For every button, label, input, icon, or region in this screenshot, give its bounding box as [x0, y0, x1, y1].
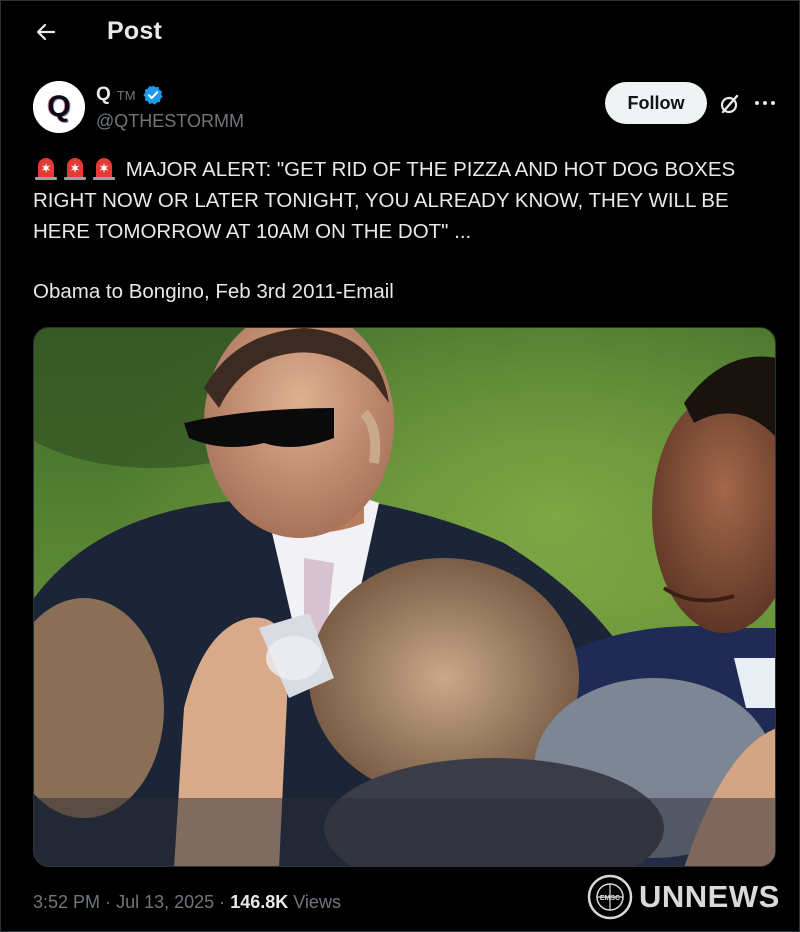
views-count: 146.8K: [230, 892, 289, 912]
post-body: MAJOR ALERT: "GET RID OF THE PIZZA AND H…: [33, 154, 773, 247]
page-title: Post: [107, 17, 162, 45]
top-bar: Post: [0, 0, 800, 64]
grok-button[interactable]: [716, 90, 744, 118]
grok-icon: [720, 94, 739, 114]
post-text-line-2: RIGHT NOW OR LATER TONIGHT, YOU ALREADY …: [33, 189, 729, 212]
post-text-line-3: HERE TOMORROW AT 10AM ON THE DOT" ...: [33, 220, 472, 243]
photo-icon: [34, 328, 775, 866]
post-date[interactable]: Jul 13, 2025: [116, 892, 214, 912]
post-line-1: MAJOR ALERT: "GET RID OF THE PIZZA AND H…: [33, 154, 773, 185]
police-siren-icon: [35, 158, 57, 180]
un-emblem-icon: EMSC: [587, 874, 633, 920]
post-text-line-1: MAJOR ALERT: "GET RID OF THE PIZZA AND H…: [125, 158, 736, 181]
display-name[interactable]: Q: [96, 84, 111, 106]
arrow-left-icon: [36, 23, 56, 41]
name-suffix: TM: [116, 87, 136, 103]
verified-badge-icon: [142, 85, 163, 105]
unnews-watermark: EMSC UNNEWS: [587, 874, 780, 920]
watermark-text: UNNEWS: [639, 879, 780, 914]
author-handle[interactable]: @QTHESTORMM: [96, 111, 244, 132]
post-time[interactable]: 3:52 PM: [33, 892, 100, 912]
q-logo-icon: Q Q Q: [33, 81, 85, 133]
post-photo[interactable]: [33, 327, 776, 867]
meta-separator: ·: [219, 892, 226, 912]
police-siren-icon: [64, 158, 86, 180]
more-options-icon: [755, 101, 775, 105]
post-signature: Obama to Bongino, Feb 3rd 2011-Email: [33, 280, 394, 303]
back-button[interactable]: [30, 18, 62, 46]
more-options-button[interactable]: [752, 90, 778, 116]
follow-button[interactable]: Follow: [605, 82, 707, 124]
svg-text:EMSC: EMSC: [600, 895, 620, 902]
author-name-row[interactable]: Q TM: [96, 84, 164, 106]
avatar[interactable]: Q Q Q: [33, 81, 85, 133]
police-siren-icon: [93, 158, 115, 180]
views-label: Views: [293, 892, 341, 912]
meta-separator: ·: [105, 892, 112, 912]
svg-text:Q: Q: [47, 90, 70, 123]
post-meta: 3:52 PM · Jul 13, 2025 · 146.8K Views: [33, 892, 341, 913]
